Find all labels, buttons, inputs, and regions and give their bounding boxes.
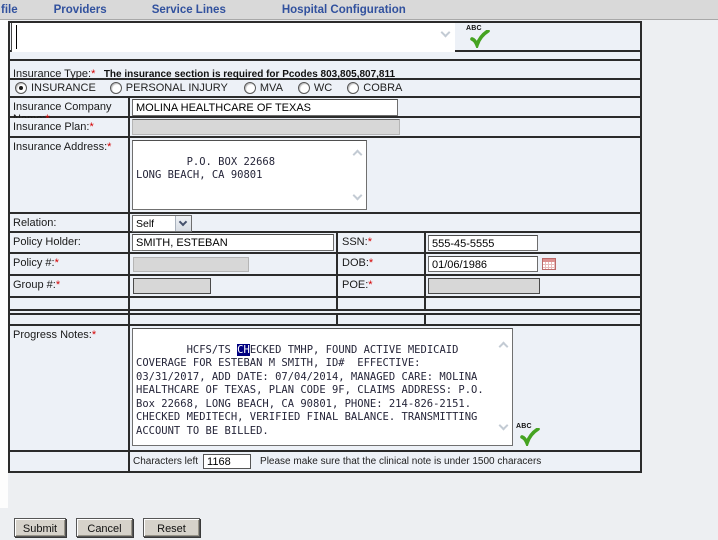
insurance-address-row: Insurance Address:* P.O. BOX 22668 LONG … [10, 138, 640, 214]
insurance-company-input[interactable]: MOLINA HEALTHCARE OF TEXAS [132, 99, 398, 116]
notes-text-selected: CH [237, 344, 250, 356]
insurance-plan-label: Insurance Plan: [13, 121, 89, 133]
empty-row [10, 52, 640, 61]
radio-personal-injury-label: PERSONAL INJURY [126, 82, 228, 94]
insurance-address-label: Insurance Address: [13, 141, 107, 153]
poe-label: POE: [342, 279, 368, 291]
policy-number-input [133, 257, 249, 272]
menu-item-file[interactable]: file [1, 4, 18, 16]
insurance-required-note: The insurance section is required for Pc… [104, 69, 395, 80]
progress-notes-textarea[interactable]: HCFS/TS CHECKED TMHP, FOUND ACTIVE MEDIC… [132, 328, 513, 446]
group-number-row: Group #:* POE:* [10, 276, 640, 298]
radio-wc-label: WC [314, 82, 332, 94]
policy-number-row: Policy #:* DOB:* 01/06/1986 [10, 254, 640, 276]
scroll-down-icon[interactable] [499, 421, 509, 431]
insurance-type-label: Insurance Type: [13, 68, 91, 80]
characters-note: Please make sure that the clinical note … [260, 456, 541, 467]
relation-select[interactable]: Self [132, 215, 192, 232]
characters-left-label: Characters left [133, 456, 198, 467]
required-asterisk: * [368, 236, 372, 248]
characters-left-row: Characters left 1168 Please make sure th… [10, 452, 640, 471]
required-asterisk: * [55, 257, 59, 269]
text-cursor [16, 25, 17, 49]
policy-number-label: Policy #: [13, 257, 55, 269]
insurance-company-row: Insurance Company Name:* MOLINA HEALTHCA… [10, 98, 640, 118]
submit-button[interactable]: Submit [14, 518, 66, 537]
relation-selected-value: Self [136, 218, 154, 230]
check-icon [520, 428, 540, 446]
chevron-down-icon [179, 218, 187, 226]
radio-mva[interactable] [244, 82, 256, 94]
scroll-up-icon[interactable] [353, 150, 363, 160]
scroll-up-icon[interactable] [499, 342, 509, 352]
radio-cobra-label: COBRA [363, 82, 402, 94]
required-asterisk: * [91, 68, 95, 80]
top-note-row: ABC [10, 23, 640, 52]
check-icon [470, 30, 490, 48]
radio-mva-label: MVA [260, 82, 283, 94]
required-asterisk: * [369, 257, 373, 269]
insurance-plan-row: Insurance Plan:* [10, 118, 640, 138]
scroll-down-icon[interactable] [353, 191, 363, 201]
dob-label: DOB: [342, 257, 369, 269]
insurance-address-textarea[interactable]: P.O. BOX 22668 LONG BEACH, CA 90801 [132, 140, 367, 210]
empty-row [10, 298, 640, 311]
relation-label: Relation: [13, 217, 56, 229]
required-asterisk: * [92, 329, 96, 341]
radio-insurance[interactable] [15, 82, 27, 94]
radio-cobra[interactable] [347, 82, 359, 94]
policy-holder-label: Policy Holder: [13, 236, 81, 248]
progress-notes-row: Progress Notes:* HCFS/TS CHECKED TMHP, F… [10, 326, 640, 452]
scroll-down-icon[interactable] [441, 28, 451, 38]
top-note-textarea[interactable] [11, 23, 455, 52]
insurance-form-table: ABC Insurance Type:* The insurance secti… [8, 21, 642, 473]
notes-text-before: HCFS/TS [187, 344, 238, 356]
menu-item-hospital-configuration[interactable]: Hospital Configuration [282, 4, 406, 16]
radio-insurance-label: INSURANCE [31, 82, 96, 94]
empty-row [10, 315, 640, 326]
group-number-input [133, 278, 211, 294]
required-asterisk: * [107, 141, 111, 153]
insurance-type-options-row: INSURANCE PERSONAL INJURY MVA WC COBRA [10, 80, 640, 98]
page-left-margin [0, 20, 8, 508]
required-asterisk: * [56, 279, 60, 291]
progress-notes-label: Progress Notes: [13, 329, 92, 341]
required-asterisk: * [89, 121, 93, 133]
spellcheck-icon[interactable]: ABC [466, 25, 492, 51]
policy-holder-row: Policy Holder: SMITH, ESTEBAN SSN:* 555-… [10, 233, 640, 254]
insurance-type-header-row: Insurance Type:* The insurance section i… [10, 61, 640, 80]
menu-item-providers[interactable]: Providers [54, 4, 107, 16]
reset-button[interactable]: Reset [143, 518, 200, 537]
insurance-address-text: P.O. BOX 22668 LONG BEACH, CA 90801 [136, 156, 275, 182]
menu-bar: file Providers Service Lines Hospital Co… [0, 0, 718, 20]
radio-wc[interactable] [298, 82, 310, 94]
poe-input [428, 278, 540, 294]
spellcheck-icon[interactable]: ABC [516, 423, 542, 449]
radio-personal-injury[interactable] [110, 82, 122, 94]
insurance-plan-input [132, 119, 400, 135]
characters-left-input: 1168 [203, 454, 251, 469]
cancel-button[interactable]: Cancel [76, 518, 133, 537]
dob-input[interactable]: 01/06/1986 [428, 256, 538, 272]
calendar-icon[interactable] [542, 258, 556, 270]
required-asterisk: * [368, 279, 372, 291]
notes-text-after: ECKED TMHP, FOUND ACTIVE MEDICAID COVERA… [136, 344, 490, 437]
ssn-input[interactable]: 555-45-5555 [428, 235, 538, 251]
dropdown-arrow-segment[interactable] [175, 216, 191, 231]
menu-item-service-lines[interactable]: Service Lines [152, 4, 226, 16]
group-number-label: Group #: [13, 279, 56, 291]
policy-holder-input[interactable]: SMITH, ESTEBAN [132, 234, 334, 251]
ssn-label: SSN: [342, 236, 368, 248]
relation-row: Relation: Self [10, 214, 640, 233]
